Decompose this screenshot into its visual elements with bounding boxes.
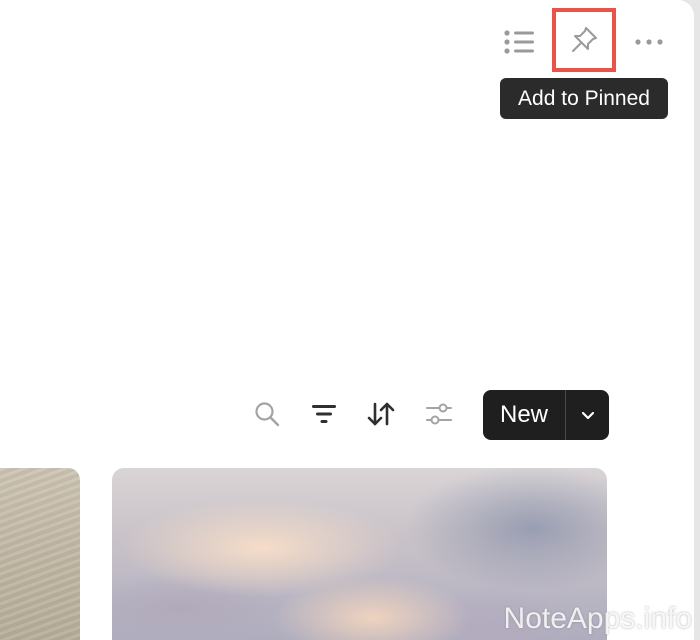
sort-button[interactable] bbox=[361, 394, 401, 434]
new-button-group: New bbox=[483, 390, 609, 440]
more-options-button[interactable] bbox=[628, 22, 670, 62]
new-button-label: New bbox=[499, 401, 548, 428]
pin-button[interactable] bbox=[552, 8, 616, 72]
list-icon bbox=[504, 30, 534, 54]
gallery-card-sand[interactable] bbox=[0, 468, 80, 640]
pin-tooltip: Add to Pinned bbox=[500, 78, 668, 119]
sliders-icon bbox=[426, 403, 452, 425]
properties-button[interactable] bbox=[419, 394, 459, 434]
search-button[interactable] bbox=[247, 394, 287, 434]
tooltip-text: Add to Pinned bbox=[518, 86, 650, 110]
watermark: NoteApps.info bbox=[503, 602, 692, 635]
filter-icon bbox=[312, 405, 336, 423]
search-icon bbox=[255, 402, 280, 427]
list-view-button[interactable] bbox=[498, 22, 540, 62]
chevron-down-icon bbox=[581, 411, 594, 419]
database-page: Add to Pinned New bbox=[0, 0, 694, 640]
more-horizontal-icon bbox=[635, 39, 663, 45]
sort-icon bbox=[367, 402, 395, 426]
new-dropdown-button[interactable] bbox=[566, 390, 609, 440]
filter-button[interactable] bbox=[304, 394, 344, 434]
pin-icon bbox=[572, 27, 597, 52]
new-button[interactable]: New bbox=[483, 390, 565, 440]
